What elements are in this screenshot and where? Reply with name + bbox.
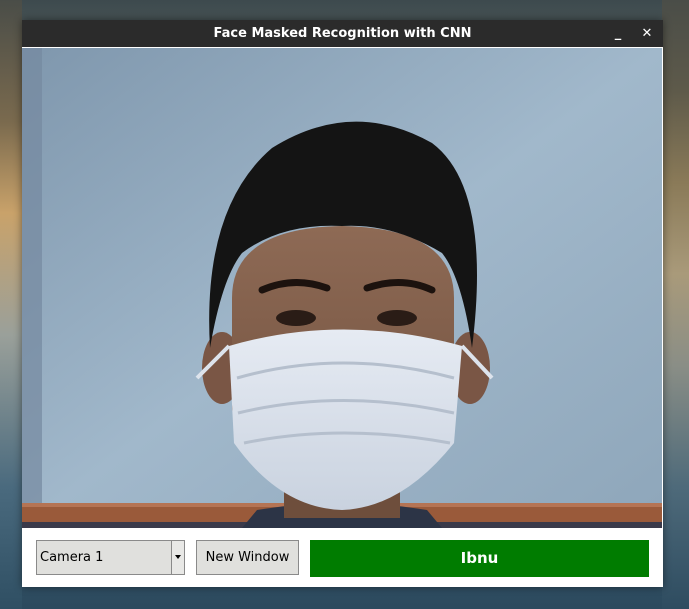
chevron-down-icon[interactable] <box>171 541 184 574</box>
camera-frame-image <box>22 48 662 528</box>
control-bar: Camera 1 New Window Ibnu <box>22 528 663 587</box>
app-window: Face Masked Recognition with CNN _ ✕ Cam… <box>22 20 663 587</box>
close-button[interactable]: ✕ <box>637 24 657 44</box>
minimize-button[interactable]: _ <box>608 24 628 44</box>
recognition-result-label: Ibnu <box>310 540 649 577</box>
camera-select-value: Camera 1 <box>40 550 104 565</box>
desktop-wallpaper-left <box>0 0 22 609</box>
desktop-wallpaper-right <box>662 0 689 609</box>
camera-select[interactable]: Camera 1 <box>36 540 185 575</box>
window-title: Face Masked Recognition with CNN <box>213 26 472 41</box>
title-bar[interactable]: Face Masked Recognition with CNN _ ✕ <box>22 20 663 47</box>
new-window-button[interactable]: New Window <box>196 540 299 575</box>
camera-feed <box>22 48 662 528</box>
